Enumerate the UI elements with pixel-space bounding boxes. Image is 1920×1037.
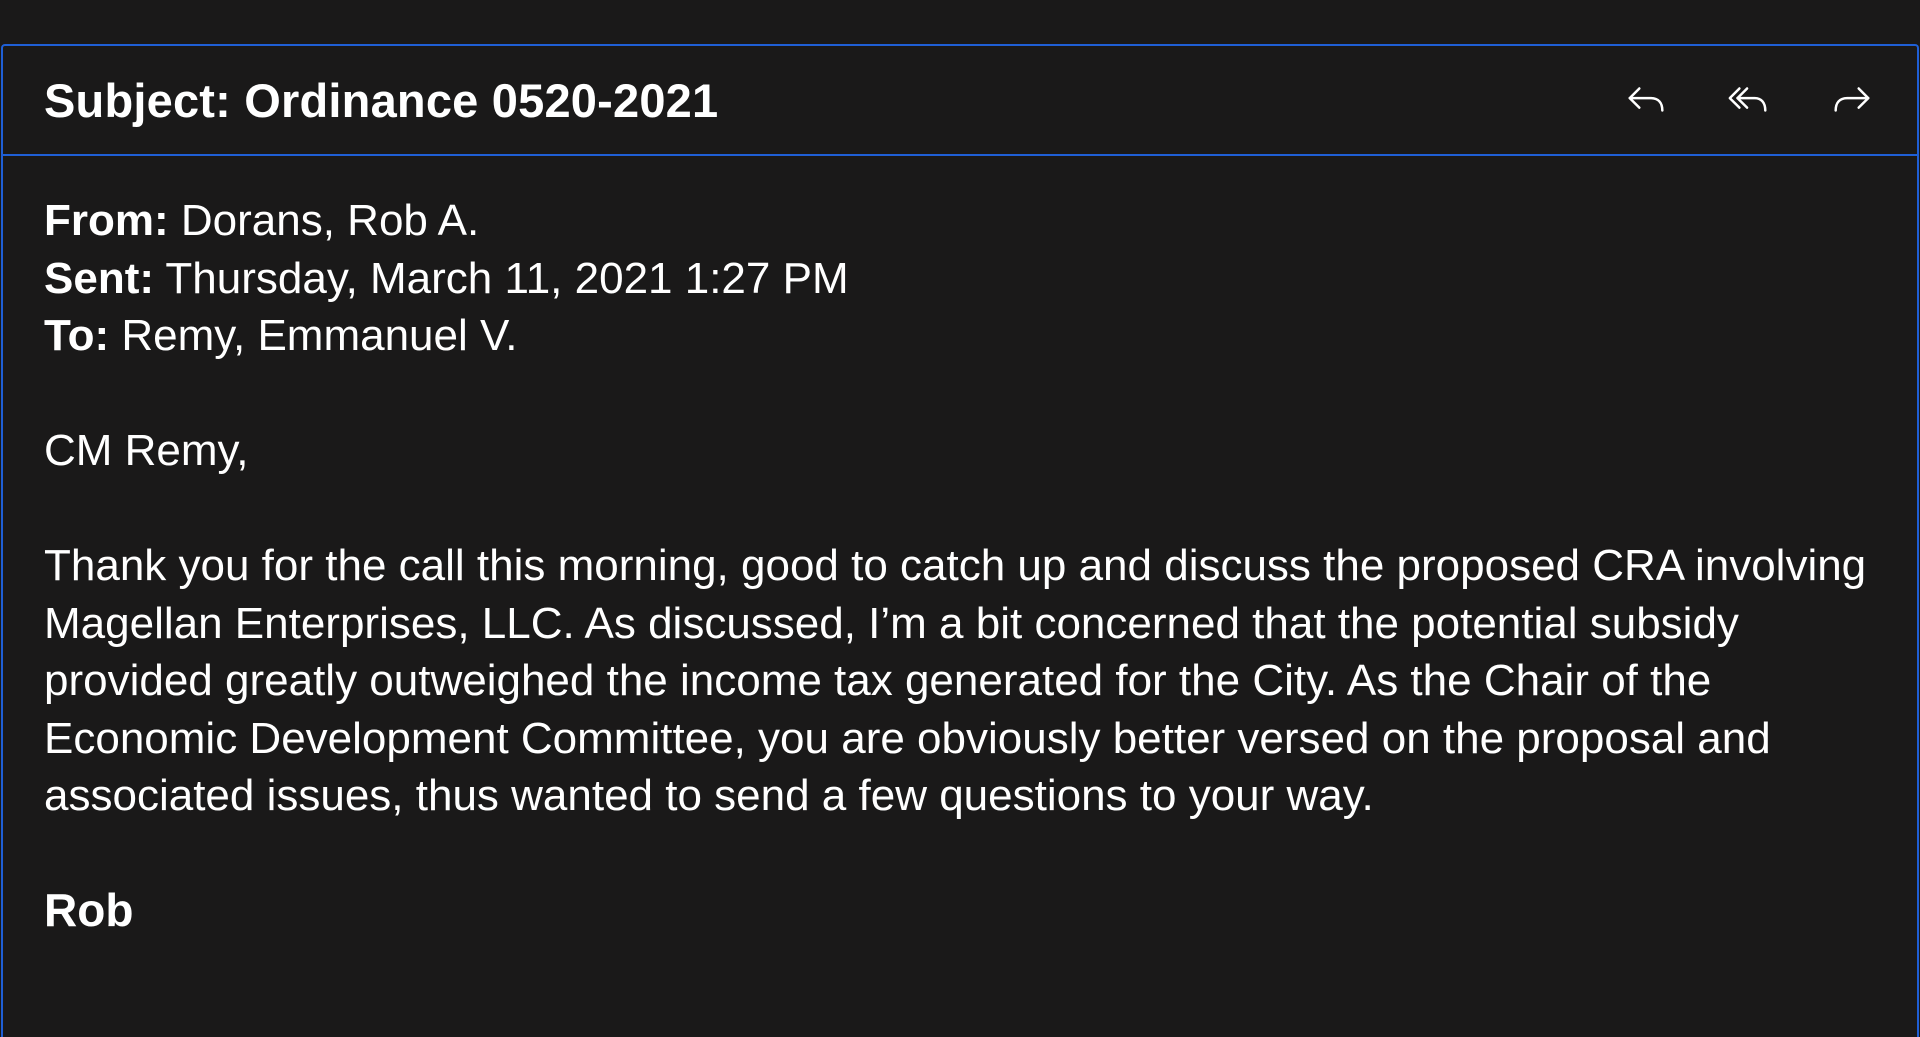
email-window: Subject: Ordinance 0520-2021 From: Doran…: [1, 44, 1919, 1037]
email-message: Thank you for the call this morning, goo…: [44, 541, 1867, 820]
to-label: To:: [44, 311, 110, 360]
forward-icon: [1834, 87, 1870, 112]
email-subject: Subject: Ordinance 0520-2021: [44, 73, 719, 127]
email-body: From: Dorans, Rob A. Sent: Thursday, Mar…: [3, 156, 1917, 940]
sent-label: Sent:: [44, 253, 154, 303]
from-value: Dorans, Rob A.: [168, 196, 480, 245]
sent-value: Thursday, March 11, 2021 1:27 PM: [154, 253, 849, 303]
reply-button[interactable]: [1623, 76, 1671, 124]
reply-icon: [1628, 87, 1664, 112]
from-label: From:: [44, 196, 169, 245]
reply-all-button[interactable]: [1725, 76, 1773, 124]
reply-all-icon: [1728, 87, 1767, 112]
email-greeting: CM Remy,: [44, 426, 249, 475]
forward-button[interactable]: [1827, 76, 1875, 124]
sent-line: Sent: Thursday, March 11, 2021 1:27 PM: [44, 250, 1876, 308]
email-signature: Rob: [44, 884, 134, 936]
email-header: Subject: Ordinance 0520-2021: [3, 46, 1917, 156]
from-line: From: Dorans, Rob A.: [44, 192, 1876, 250]
to-line: To: Remy, Emmanuel V.: [44, 307, 1876, 365]
to-value: Remy, Emmanuel V.: [109, 311, 518, 360]
email-actions: [1623, 76, 1875, 124]
